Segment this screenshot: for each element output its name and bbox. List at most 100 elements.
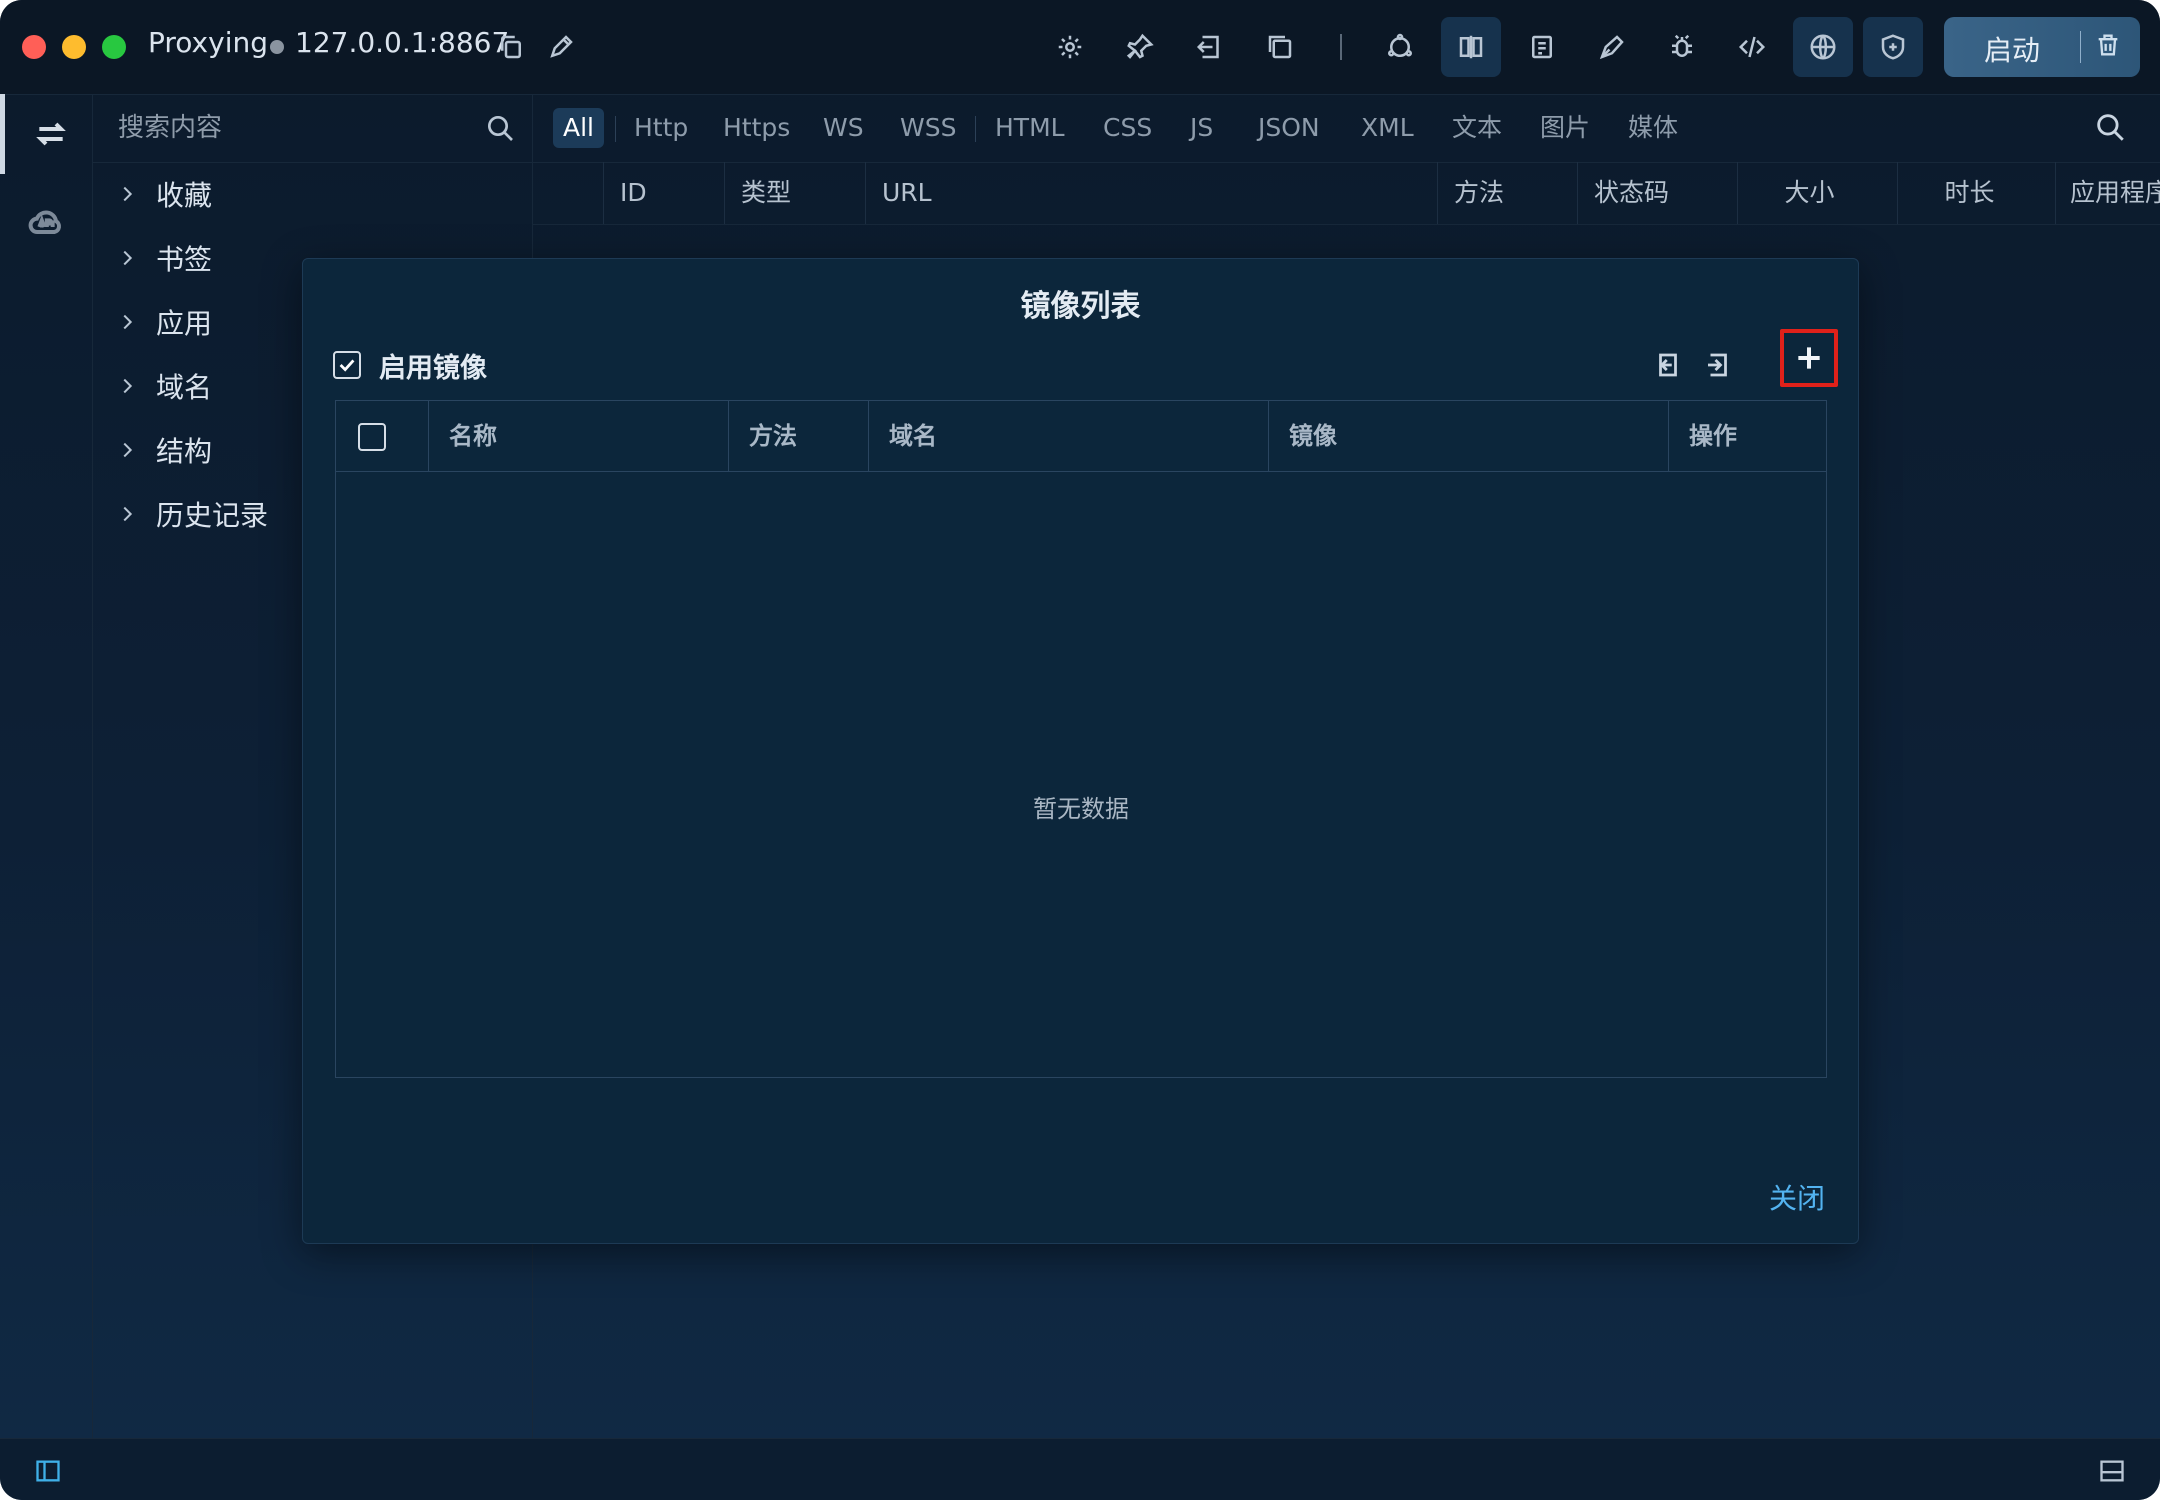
app-window: Proxying 127.0.0.1:8867 启动 搜索内容 收藏 书签 应用… <box>0 0 2160 1500</box>
code-icon[interactable] <box>1729 24 1775 70</box>
sidebar-search <box>92 94 532 163</box>
column-header-status[interactable]: 状态码 <box>1577 162 1737 224</box>
bug-icon[interactable] <box>1659 24 1705 70</box>
filter-all[interactable]: All <box>553 108 604 148</box>
pin-icon[interactable] <box>1117 24 1163 70</box>
chevron-right-icon <box>123 442 133 458</box>
enable-mirror-checkbox[interactable] <box>333 351 361 379</box>
column-header-id[interactable]: ID <box>603 162 724 224</box>
search-icon[interactable] <box>2093 110 2127 148</box>
add-mirror-button[interactable] <box>1780 329 1838 387</box>
empty-state-text: 暂无数据 <box>1033 795 1129 823</box>
sidebar-item-bookmarks[interactable]: 书签 <box>116 238 212 278</box>
filter-media[interactable]: 媒体 <box>1628 108 1678 148</box>
settings-icon[interactable] <box>1047 24 1093 70</box>
filter-http[interactable]: Http <box>634 108 688 148</box>
enable-mirror-label: 启用镜像 <box>379 352 487 384</box>
sidebar-item-domains[interactable]: 域名 <box>116 366 212 406</box>
plus-icon <box>1798 347 1820 369</box>
sidebar-item-apps[interactable]: 应用 <box>116 302 212 342</box>
start-button[interactable]: 启动 <box>1944 17 2140 77</box>
start-button-label: 启动 <box>1984 34 2041 67</box>
close-window-button[interactable] <box>22 35 46 59</box>
filter-css[interactable]: CSS <box>1103 108 1152 148</box>
filter-html[interactable]: HTML <box>995 108 1065 148</box>
request-table-header: ID 类型 URL 方法 状态码 大小 时长 应用程序 <box>533 162 2160 225</box>
sidebar-item-structure[interactable]: 结构 <box>116 430 212 470</box>
filter-https[interactable]: Https <box>723 108 790 148</box>
title-bar: Proxying 127.0.0.1:8867 启动 <box>0 0 2160 95</box>
import-icon[interactable] <box>1187 24 1233 70</box>
column-header-app[interactable]: 应用程序 <box>2055 162 2160 224</box>
chevron-right-icon <box>123 186 133 202</box>
sidebar-item-favorites[interactable]: 收藏 <box>116 174 212 214</box>
globe-icon[interactable] <box>1793 17 1853 77</box>
import-icon[interactable] <box>1648 345 1688 385</box>
column-header-mirror: 镜像 <box>1268 401 1668 471</box>
start-button-divider <box>2080 31 2081 63</box>
dialog-title: 镜像列表 <box>1020 289 1141 324</box>
enable-mirror-row[interactable]: 启用镜像 <box>333 345 487 385</box>
mirror-table-header: 名称 方法 域名 镜像 操作 <box>336 401 1826 472</box>
export-icon[interactable] <box>1698 345 1738 385</box>
copy-icon[interactable] <box>488 24 534 70</box>
sidebar-item-label: 收藏 <box>156 179 213 212</box>
checkmark-icon <box>339 359 355 372</box>
filter-json[interactable]: JSON <box>1258 108 1320 148</box>
panel-toggle-icon[interactable] <box>2098 1457 2126 1489</box>
sidebar-toggle-icon[interactable] <box>34 1457 62 1489</box>
status-dot <box>270 40 284 54</box>
column-header-method[interactable]: 方法 <box>1437 162 1577 224</box>
split-view-icon[interactable] <box>1441 17 1501 77</box>
sidebar-item-label: 历史记录 <box>156 499 269 532</box>
toolbar-divider <box>1340 34 1342 60</box>
proxy-address: 127.0.0.1:8867 <box>295 26 510 59</box>
cloud-api-icon <box>28 210 61 234</box>
sidebar-item-history[interactable]: 历史记录 <box>116 494 268 534</box>
capture-nav-item[interactable] <box>0 94 97 174</box>
close-button[interactable]: 关闭 <box>1769 1177 1825 1217</box>
trash-icon[interactable] <box>2094 31 2126 63</box>
filter-divider <box>615 116 616 142</box>
filter-js[interactable]: JS <box>1190 108 1213 148</box>
chevron-right-icon <box>123 314 133 330</box>
shield-plus-icon[interactable] <box>1863 17 1923 77</box>
window-copy-icon[interactable] <box>1257 24 1303 70</box>
filter-text[interactable]: 文本 <box>1452 108 1502 148</box>
filter-bar: All Http Https WS WSS HTML CSS JS JSON X… <box>533 94 2160 163</box>
api-nav-item[interactable] <box>0 182 92 262</box>
nat-icon[interactable] <box>1377 24 1423 70</box>
chevron-right-icon <box>123 250 133 266</box>
maximize-window-button[interactable] <box>102 35 126 59</box>
minimize-window-button[interactable] <box>62 35 86 59</box>
column-header-actions: 操作 <box>1668 401 1826 471</box>
search-icon[interactable] <box>484 112 516 148</box>
column-header-domain: 域名 <box>868 401 1268 471</box>
activity-bar <box>0 94 93 1438</box>
filter-xml[interactable]: XML <box>1361 108 1414 148</box>
sidebar-item-label: 书签 <box>156 243 213 276</box>
column-header-type[interactable]: 类型 <box>724 162 865 224</box>
filter-divider <box>975 116 976 142</box>
filter-ws[interactable]: WS <box>823 108 864 148</box>
column-header-size[interactable]: 大小 <box>1737 162 1881 224</box>
column-header-method: 方法 <box>728 401 868 471</box>
filter-wss[interactable]: WSS <box>900 108 956 148</box>
breakpoint-list-icon[interactable] <box>1519 24 1565 70</box>
search-input[interactable] <box>116 106 460 150</box>
sidebar-item-label: 结构 <box>156 435 213 468</box>
sync-icon <box>36 122 66 146</box>
chevron-right-icon <box>123 506 133 522</box>
filter-image[interactable]: 图片 <box>1540 108 1590 148</box>
edit-icon[interactable] <box>538 24 584 70</box>
sidebar-item-label: 应用 <box>156 307 213 340</box>
chevron-right-icon <box>123 378 133 394</box>
column-header-duration[interactable]: 时长 <box>1897 162 2041 224</box>
status-bar <box>0 1438 2160 1500</box>
sidebar-item-label: 域名 <box>156 371 213 404</box>
mirror-list-dialog: 镜像列表 启用镜像 名称 方法 域名 镜像 操作 暂无数据 关闭 <box>302 258 1859 1244</box>
column-header-name: 名称 <box>428 401 728 471</box>
select-all-checkbox[interactable] <box>358 423 386 451</box>
pen-icon[interactable] <box>1589 24 1635 70</box>
column-header-url[interactable]: URL <box>865 162 1437 224</box>
